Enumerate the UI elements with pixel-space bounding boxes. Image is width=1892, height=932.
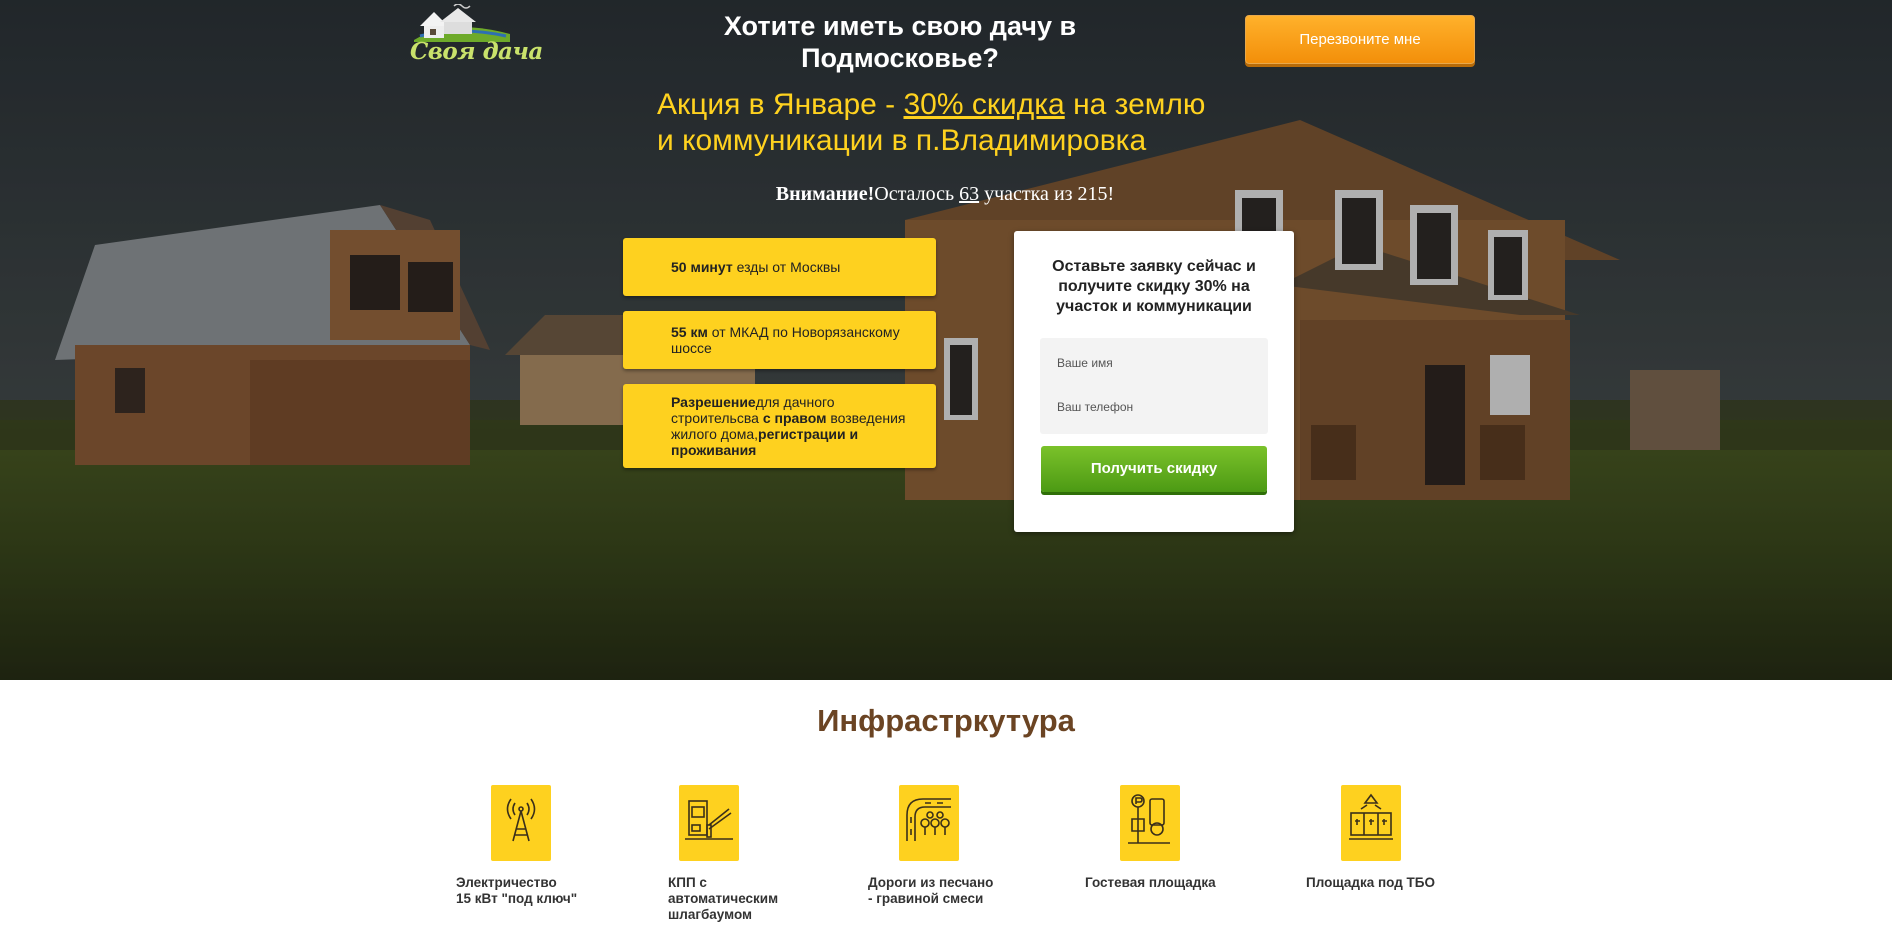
feature-bold: 50 минут: [671, 259, 733, 275]
infra-label-line2: 15 кВт "под ключ": [456, 891, 578, 906]
infra-label-line3: шлагбаумом: [668, 907, 752, 922]
feature-bold: 55 км: [671, 324, 708, 340]
infra-label-line1: Площадка под ТБО: [1306, 875, 1435, 890]
infra-label-line2: автоматическим: [668, 891, 779, 906]
promo-text: Акция в Январе - 30% скидка на землю и к…: [657, 87, 1237, 159]
infra-label: Электричество 15 кВт "под ключ": [456, 875, 577, 907]
infrastructure-title: Инфрастркутура: [817, 703, 1075, 738]
guest-parking-icon: [1120, 785, 1180, 861]
feature-card-distance-km: 55 км от МКАД по Новорязанскому шоссе: [623, 311, 936, 369]
promo-discount: 30% скидка: [903, 88, 1065, 121]
promo-line2: и коммуникации в п.Владимировка: [657, 124, 1147, 157]
promo-part1: Акция в Январе -: [657, 88, 904, 121]
promo-part2: на землю: [1064, 88, 1206, 121]
infra-label-line1: Гостевая площадка: [1085, 875, 1216, 890]
infra-label-line1: КПП с: [668, 875, 707, 890]
page-headline: Хотите иметь свою дачу в Подмосковье?: [723, 11, 1077, 73]
infra-label-line1: Электричество: [456, 875, 557, 890]
infra-label: Площадка под ТБО: [1306, 875, 1435, 891]
logo[interactable]: Своя дача: [410, 3, 543, 66]
discount-request-form: Оставьте заявку сейчас и получите скидку…: [1014, 231, 1294, 532]
infra-label: Гостевая площадка: [1085, 875, 1216, 891]
form-inputs: [1040, 338, 1268, 434]
feature-bold-2: с правом: [762, 410, 827, 426]
notice-attention: Внимание!: [775, 183, 875, 205]
name-input[interactable]: [1040, 341, 1268, 385]
infra-label: КПП с автоматическим шлагбаумом: [668, 875, 778, 923]
infra-label-line2: - гравиной смеси: [868, 891, 984, 906]
phone-input[interactable]: [1040, 385, 1268, 429]
feature-card-permission: Разрешениедля дачного строительсва с пра…: [623, 384, 936, 468]
checkpoint-barrier-icon: [679, 785, 739, 861]
logo-text: Своя дача: [410, 38, 543, 65]
notice-text1: Осталось: [874, 183, 960, 205]
get-discount-button[interactable]: Получить скидку: [1041, 446, 1267, 492]
electricity-tower-icon: [491, 785, 551, 861]
feature-bold: Разрешение: [671, 394, 756, 410]
callback-button[interactable]: Перезвоните мне: [1245, 15, 1475, 64]
feature-text: езды от Москвы: [732, 259, 841, 275]
form-title: Оставьте заявку сейчас и получите скидку…: [1052, 258, 1256, 315]
notice-text2: участка из 215!: [979, 183, 1115, 205]
plots-remaining-notice: Внимание!Осталось 63 участка из 215!: [600, 183, 1290, 206]
hero-section: Своя дача Хотите иметь свою дачу в Подмо…: [0, 0, 1892, 680]
infra-label: Дороги из песчано - гравиной смеси: [868, 875, 993, 907]
notice-remaining-count: 63: [959, 183, 980, 205]
waste-bins-icon: [1341, 785, 1401, 861]
infra-label-line1: Дороги из песчано: [868, 875, 994, 890]
road-trees-icon: [899, 785, 959, 861]
feature-card-distance-time: 50 минут езды от Москвы: [623, 238, 936, 296]
